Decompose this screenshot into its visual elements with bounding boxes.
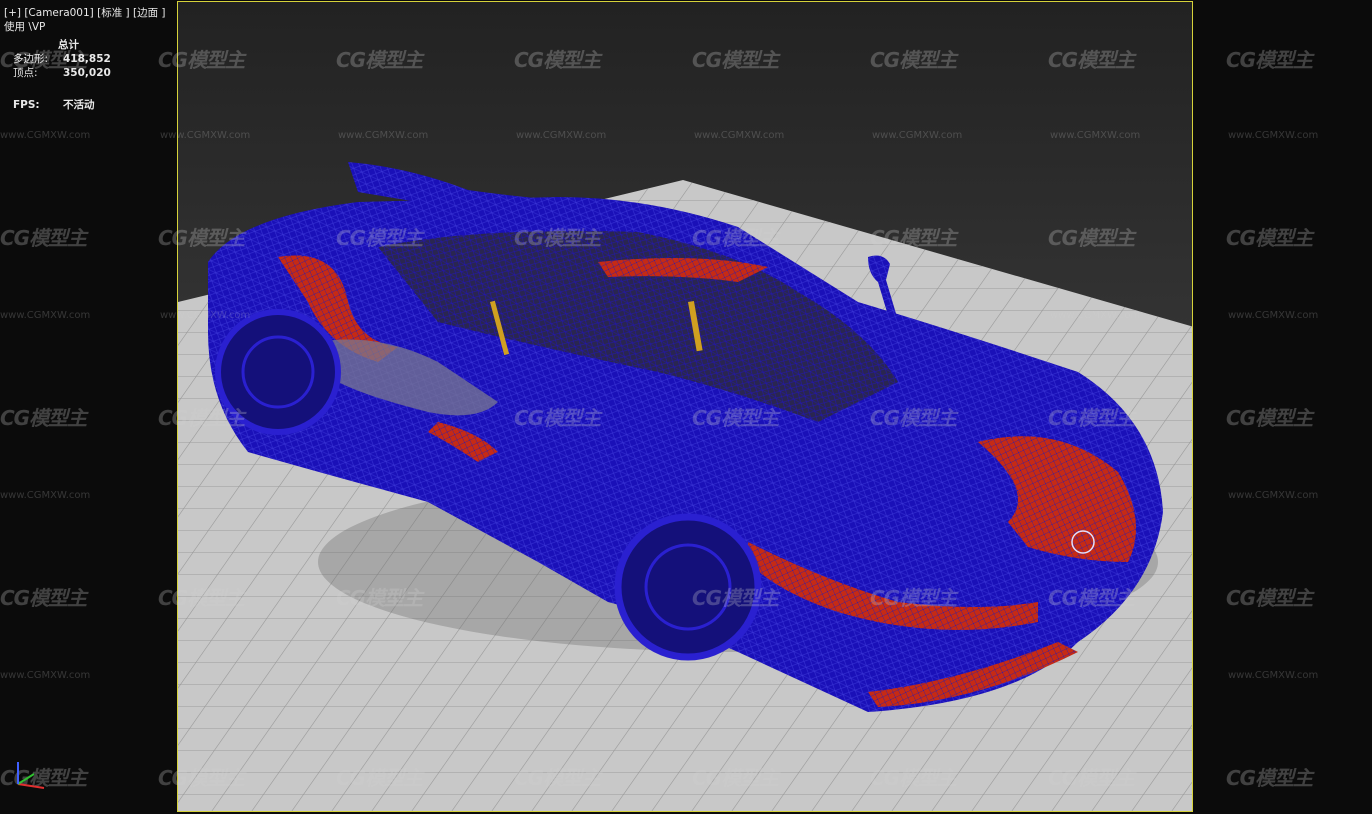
stats-header: 总计 xyxy=(58,39,79,51)
stats-verts-row: 顶点: 350,020 xyxy=(13,66,166,80)
fps-row: FPS: 不活动 xyxy=(13,98,166,112)
viewport-label[interactable]: [+] [Camera001] [标准 ] [边面 ] xyxy=(4,6,166,20)
watermark-logo: CG模型主 xyxy=(1226,226,1313,250)
fps-value: 不活动 xyxy=(63,99,95,111)
fps-label: FPS: xyxy=(13,99,40,111)
watermark-logo: CG模型主 xyxy=(1226,48,1313,72)
watermark-url: www.CGMXW.com xyxy=(0,130,91,141)
watermark-url: www.CGMXW.com xyxy=(0,670,91,681)
watermark-logo: CG模型主 xyxy=(1226,406,1313,430)
watermark-logo: CG模型主 xyxy=(1226,766,1313,790)
watermark-url: www.CGMXW.com xyxy=(1228,310,1319,321)
viewport-mode-label: 使用 \VP xyxy=(4,21,46,33)
watermark-url: www.CGMXW.com xyxy=(1228,130,1319,141)
watermark-url: www.CGMXW.com xyxy=(0,310,91,321)
watermark-logo: CG模型主 xyxy=(1226,586,1313,610)
watermark-logo: CG模型主 xyxy=(0,406,87,430)
camera-viewport[interactable] xyxy=(177,1,1193,812)
front-wheel xyxy=(614,513,762,661)
stats-panel: 总计 多边形: 418,852 顶点: 350,020 FPS: 不活动 xyxy=(13,38,166,112)
verts-label: 顶点: xyxy=(13,67,38,79)
rear-wheel xyxy=(215,309,341,435)
watermark-logo: CG模型主 xyxy=(0,226,87,250)
watermark-url: www.CGMXW.com xyxy=(1228,490,1319,501)
polys-label: 多边形: xyxy=(13,53,49,65)
viewport-hud: [+] [Camera001] [标准 ] [边面 ] 使用 \VP 总计 多边… xyxy=(4,6,166,112)
watermark-logo: CG模型主 xyxy=(0,586,87,610)
stats-polys-row: 多边形: 418,852 xyxy=(13,52,166,66)
xyz-axis-gizmo-icon xyxy=(17,762,45,789)
watermark-url: www.CGMXW.com xyxy=(1228,670,1319,681)
polys-value: 418,852 xyxy=(63,53,111,65)
scene-render xyxy=(178,162,1192,811)
verts-value: 350,020 xyxy=(63,67,111,79)
watermark-url: www.CGMXW.com xyxy=(0,490,91,501)
